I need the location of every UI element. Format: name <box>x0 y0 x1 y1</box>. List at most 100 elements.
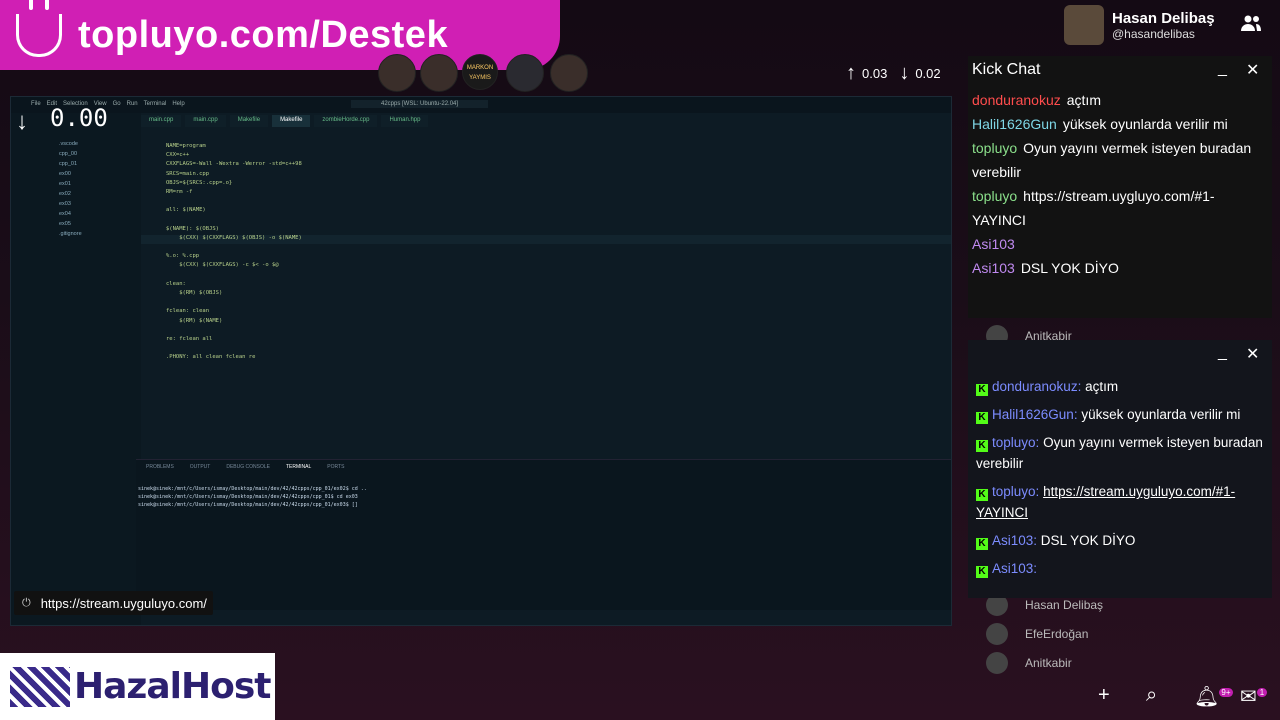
editor-tabs[interactable]: main.cpp main.cpp Makefile Makefile zombieHo… <box>141 115 951 127</box>
code-line: %.o: %.cpp <box>166 253 200 260</box>
viewer-name: EfeErdoğan <box>1025 627 1089 641</box>
arrow-down-icon: ↓ <box>899 62 910 84</box>
terminal-panel[interactable]: PROBLEMS OUTPUT DEBUG CONSOLE TERMINAL PORTS… <box>136 459 951 610</box>
chat-username[interactable]: donduranokuz <box>972 92 1061 108</box>
chat-message: Kdonduranokuz: açtım <box>976 376 1268 397</box>
chat-username[interactable]: Asi103 <box>972 260 1015 276</box>
chat-username[interactable]: Asi103 <box>972 236 1015 252</box>
profile-handle: @hasandelibas <box>1112 26 1195 41</box>
viewer-name: Anitkabir <box>1025 656 1072 670</box>
logo-text: HazalHost <box>74 666 272 707</box>
chat-text: açtım <box>1066 92 1101 108</box>
panel-tab[interactable]: PROBLEMS <box>146 464 174 470</box>
arrow-down-icon: ↓ <box>16 108 28 135</box>
viewer-avatar[interactable] <box>506 54 544 92</box>
panel-tab[interactable]: DEBUG CONSOLE <box>226 464 270 470</box>
panel-tabs[interactable]: PROBLEMS OUTPUT DEBUG CONSOLE TERMINAL PORTS <box>136 460 951 474</box>
chat-message: Asi103 DSL YOK DİYO <box>972 256 1258 280</box>
explorer-item[interactable]: cpp_00 <box>11 151 141 161</box>
viewer-avatar[interactable] <box>420 54 458 92</box>
code-line: $(CXX) $(CXXFLAGS) $(OBJS) -o $(NAME) <box>141 234 951 245</box>
chat-message: Ktopluyo: https://stream.uyguluyo.com/#1… <box>976 484 1236 520</box>
menu-item[interactable]: File <box>31 101 41 107</box>
viewer-row[interactable]: EfeErdoğan <box>986 622 1246 646</box>
chat-username[interactable]: topluyo <box>992 484 1036 499</box>
chat-message: donduranokuz açtım <box>972 88 1258 112</box>
chat-username[interactable]: Asi103 <box>992 561 1033 576</box>
command-center[interactable]: 42cpps [WSL: Ubuntu-22.04] <box>351 100 489 108</box>
chat-username[interactable]: Halil1626Gun <box>972 116 1057 132</box>
editor-tab[interactable]: main.cpp <box>185 115 226 127</box>
code-line: SRCS=main.cpp <box>166 170 210 177</box>
close-icon[interactable]: ✕ <box>1246 344 1259 364</box>
editor-tab[interactable]: main.cpp <box>141 115 182 127</box>
chat-message: K Asi103: DSL YOK DİYO <box>976 530 1268 551</box>
kick-chat-popout[interactable]: _ ✕ Kdonduranokuz: açtım K Halil1626Gun: y… <box>968 340 1272 598</box>
chat-messages: donduranokuz açtım Halil1626Gun yüksek oyun… <box>972 88 1258 316</box>
minimize-icon[interactable]: _ <box>1218 344 1227 362</box>
counter-overlay: 0.00 <box>50 104 108 132</box>
chat-username[interactable]: Asi103 <box>992 533 1033 548</box>
editor-tab[interactable]: Human.hpp <box>381 115 429 127</box>
viewer-row[interactable]: Anitkabir <box>986 651 1246 675</box>
code-line: re: fclean all <box>166 335 213 342</box>
menu-item[interactable]: Go <box>113 101 121 107</box>
chat-username[interactable]: donduranokuz <box>992 379 1078 394</box>
sponsor-logo: HazalHost <box>0 653 275 720</box>
kick-badge-icon: K <box>976 384 988 396</box>
bell-icon[interactable]: 🔔︎ 9+ <box>1194 684 1233 709</box>
menu-item[interactable]: Help <box>172 101 184 107</box>
menu-item[interactable]: Terminal <box>144 101 167 107</box>
explorer-item[interactable]: ex01 <box>11 181 141 191</box>
chat-username[interactable]: Halil1626Gun <box>992 407 1074 422</box>
upload-value: 0.03 <box>862 66 888 81</box>
url-overlay: ⏻ https://stream.uyguluyo.com/ <box>14 591 213 615</box>
viewer-avatar[interactable]: MARKON YAYMIS <box>462 54 498 90</box>
panel-tab[interactable]: TERMINAL <box>286 464 311 470</box>
chat-username[interactable]: topluyo <box>972 140 1017 156</box>
code-line: $(RM) $(NAME) <box>166 317 223 324</box>
chat-message: Ktopluyo: Oyun yayını vermek isteyen bur… <box>976 435 1263 471</box>
terminal-line: sinek@sinek:/mnt/c/Users/ismay/Desktop/m… <box>138 494 358 500</box>
chat-username[interactable]: topluyo <box>992 435 1036 450</box>
menu-item[interactable]: Run <box>127 101 138 107</box>
panel-tab[interactable]: PORTS <box>327 464 344 470</box>
vscode-titlebar: File Edit Selection View Go Run Terminal Help 4… <box>11 97 951 113</box>
explorer-item[interactable]: ex00 <box>11 171 141 181</box>
search-icon[interactable]: ⌕ <box>1146 684 1157 707</box>
users-icon[interactable] <box>1240 14 1262 32</box>
kick-badge-icon: K <box>976 412 988 424</box>
chat-text: DSL YOK DİYO <box>1020 260 1119 276</box>
minimize-icon[interactable]: _ <box>1218 60 1227 78</box>
close-icon[interactable]: ✕ <box>1246 60 1259 80</box>
panel-tab[interactable]: OUTPUT <box>190 464 211 470</box>
editor-tab[interactable]: Makefile <box>272 115 311 127</box>
chat-username[interactable]: topluyo <box>972 188 1017 204</box>
editor-tab[interactable]: Makefile <box>229 115 269 127</box>
kick-badge-icon: K <box>976 566 988 578</box>
url-text: https://stream.uyguluyo.com/ <box>40 595 207 611</box>
explorer-item[interactable]: .vscode <box>11 141 141 151</box>
code-line: clean: <box>166 280 186 287</box>
explorer-item[interactable]: cpp_01 <box>11 161 141 171</box>
plus-icon[interactable]: + <box>1098 684 1110 707</box>
chat-text: DSL YOK DİYO <box>1040 533 1136 548</box>
explorer-item[interactable]: ex03 <box>11 201 141 211</box>
vscode-window[interactable]: File Edit Selection View Go Run Terminal Help 4… <box>10 96 952 626</box>
explorer-item[interactable]: ex02 <box>11 191 141 201</box>
mail-icon[interactable]: ✉ 1 <box>1240 684 1268 709</box>
explorer-item[interactable]: ex04 <box>11 211 141 221</box>
explorer-item[interactable]: ex05 <box>11 221 141 231</box>
explorer-sidebar[interactable]: .vscode cpp_00 cpp_01 ex00 ex01 ex02 ex03 ex04 e… <box>11 113 141 625</box>
chat-message: Asi103 <box>972 232 1258 256</box>
viewer-avatar[interactable] <box>550 54 588 92</box>
explorer-item[interactable]: .gitignore <box>11 231 141 241</box>
chat-message: topluyo Oyun yayını vermek isteyen burada… <box>972 136 1258 184</box>
kick-chat-window[interactable]: Kick Chat _ ✕ donduranokuz açtım Halil1626… <box>968 56 1272 318</box>
editor-tab[interactable]: zombieHorde.cpp <box>314 115 378 127</box>
viewer-avatar[interactable] <box>378 54 416 92</box>
code-editor[interactable]: NAME=program CXX=c++ CXXFLAGS=-Wall -Wextr… <box>141 129 951 459</box>
